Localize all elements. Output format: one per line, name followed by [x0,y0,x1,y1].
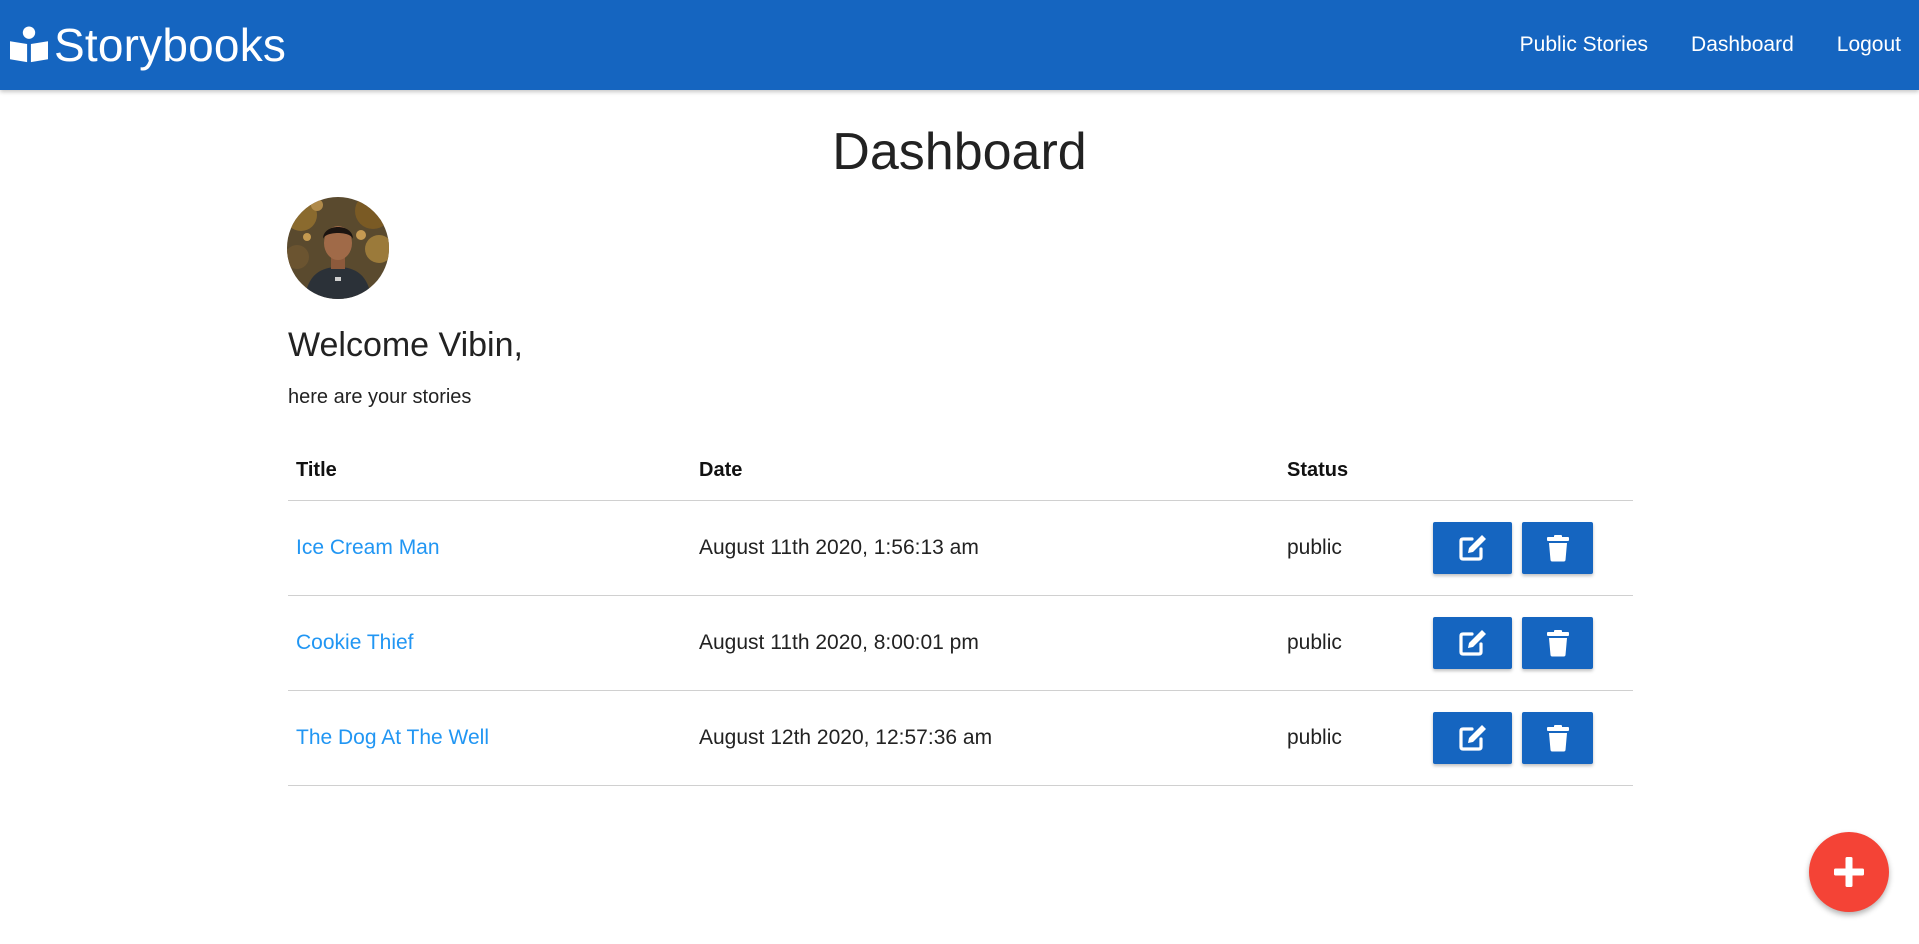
table-header-actions [1425,440,1633,501]
story-date: August 11th 2020, 8:00:01 pm [691,595,1279,691]
nav-link-logout[interactable]: Logout [1837,33,1901,57]
table-header-title: Title [288,440,691,501]
story-title-link[interactable]: Cookie Thief [296,631,414,654]
delete-story-button[interactable] [1522,522,1593,574]
row-actions [1425,500,1633,596]
table-row: The Dog At The Well August 12th 2020, 12… [288,690,1633,786]
trash-icon [1546,630,1569,657]
delete-story-button[interactable] [1522,617,1593,669]
welcome-subtitle: here are your stories [288,386,472,408]
edit-icon [1458,535,1486,561]
story-status: public [1279,690,1425,786]
story-title-link[interactable]: The Dog At The Well [296,726,489,749]
trash-icon [1546,725,1569,752]
brand-logo-link[interactable]: Storybooks [10,0,286,90]
avatar [287,197,389,299]
story-date: August 11th 2020, 1:56:13 am [691,500,1279,596]
nav-link-dashboard[interactable]: Dashboard [1691,33,1794,57]
delete-story-button[interactable] [1522,712,1593,764]
story-title-link[interactable]: Ice Cream Man [296,536,440,559]
story-status: public [1279,500,1425,596]
row-actions [1425,690,1633,786]
story-status: public [1279,595,1425,691]
story-date: August 12th 2020, 12:57:36 am [691,690,1279,786]
edit-icon [1458,725,1486,751]
table-header-row: Title Date Status [288,440,1633,501]
stories-table: Title Date Status Ice Cream Man August 1… [288,440,1633,786]
edit-story-button[interactable] [1433,617,1512,669]
edit-story-button[interactable] [1433,712,1512,764]
table-header-date: Date [691,440,1279,501]
edit-story-button[interactable] [1433,522,1512,574]
nav-link-public-stories[interactable]: Public Stories [1520,33,1648,57]
add-story-button[interactable] [1809,832,1889,912]
book-reader-icon [10,26,48,63]
table-header-status: Status [1279,440,1425,501]
welcome-heading: Welcome Vibin, [288,326,523,364]
row-actions [1425,595,1633,691]
table-row: Cookie Thief August 11th 2020, 8:00:01 p… [288,595,1633,691]
page-title: Dashboard [832,123,1087,181]
navbar: Storybooks Public Stories Dashboard Logo… [0,0,1919,90]
edit-icon [1458,630,1486,656]
plus-icon [1834,857,1864,887]
nav-links: Public Stories Dashboard Logout [1477,0,1901,90]
brand-title: Storybooks [54,19,287,71]
trash-icon [1546,535,1569,562]
table-row: Ice Cream Man August 11th 2020, 1:56:13 … [288,500,1633,596]
